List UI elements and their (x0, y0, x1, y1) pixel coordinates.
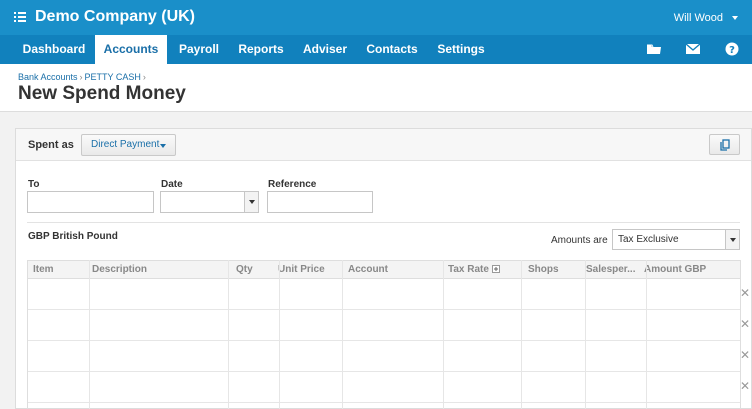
column-divider (228, 260, 229, 409)
tab-payroll[interactable]: Payroll (170, 35, 228, 64)
column-header-shops[interactable]: Shops (528, 264, 559, 275)
chevron-down-icon (160, 144, 166, 148)
amounts-are-select[interactable]: Tax Exclusive (612, 229, 740, 250)
spent-as-label: Spent as (28, 139, 74, 151)
column-header-item[interactable]: Item (33, 264, 54, 275)
org-menu-icon[interactable] (14, 11, 26, 23)
currency-label: GBP British Pound (28, 231, 118, 242)
reference-label: Reference (268, 179, 317, 190)
to-field[interactable] (27, 191, 154, 213)
copy-button[interactable] (709, 134, 740, 155)
breadcrumb-bank-accounts[interactable]: Bank Accounts (18, 72, 78, 82)
breadcrumb-separator: › (142, 72, 146, 82)
breadcrumb-petty-cash[interactable]: PETTY CASH (85, 72, 141, 82)
spend-money-form: Spent as Direct Payment To Date Referenc… (15, 128, 752, 409)
top-bar: Demo Company (UK) Will Wood (0, 0, 752, 35)
column-header-salesperson[interactable]: Salesper... (586, 264, 635, 275)
spent-as-value: Direct Payment (91, 139, 160, 150)
folder-icon[interactable] (646, 42, 662, 56)
column-divider (342, 260, 343, 409)
divider (27, 222, 740, 223)
date-picker-button[interactable] (244, 192, 258, 212)
tax-rate-label: Tax Rate (448, 264, 489, 275)
column-divider (89, 260, 90, 409)
column-divider (443, 260, 444, 409)
page-header: Bank Accounts › PETTY CASH › New Spend Mone… (0, 64, 752, 112)
tab-dashboard[interactable]: Dashboard (14, 35, 94, 64)
column-header-amount[interactable]: Amount GBP (644, 264, 706, 275)
column-divider (585, 260, 586, 409)
user-menu-caret-icon[interactable] (732, 16, 738, 20)
table-row[interactable] (28, 309, 740, 310)
column-divider (646, 260, 647, 409)
chevron-down-icon[interactable] (725, 230, 739, 249)
date-label: Date (161, 179, 183, 190)
delete-row-icon[interactable]: ✕ (739, 348, 751, 362)
table-row[interactable] (28, 371, 740, 372)
main-nav: Dashboard Accounts Payroll Reports Advis… (0, 35, 752, 64)
delete-row-icon[interactable]: ✕ (739, 317, 751, 331)
tab-reports[interactable]: Reports (232, 35, 290, 64)
reference-field[interactable] (267, 191, 373, 213)
page-title: New Spend Money (18, 83, 186, 104)
org-name[interactable]: Demo Company (UK) (35, 8, 195, 26)
amounts-are-value: Tax Exclusive (618, 234, 679, 245)
svg-text:?: ? (729, 45, 735, 56)
tab-accounts[interactable]: Accounts (95, 35, 167, 64)
column-header-unit-price[interactable]: Unit Price (278, 264, 325, 275)
column-header-tax-rate[interactable]: Tax Rate (448, 264, 500, 275)
table-row[interactable] (28, 340, 740, 341)
breadcrumb: Bank Accounts › PETTY CASH › (18, 72, 148, 82)
column-header-description[interactable]: Description (92, 264, 147, 275)
amounts-are-label: Amounts are (551, 235, 608, 246)
copy-icon (720, 139, 730, 151)
tab-adviser[interactable]: Adviser (296, 35, 354, 64)
column-header-account[interactable]: Account (348, 264, 388, 275)
expand-plus-icon[interactable] (491, 265, 500, 274)
mail-icon[interactable] (685, 42, 701, 56)
date-field[interactable] (160, 191, 259, 213)
spent-as-row: Spent as Direct Payment (16, 129, 751, 161)
table-row[interactable] (28, 402, 740, 403)
column-divider (279, 260, 280, 409)
tab-settings[interactable]: Settings (432, 35, 490, 64)
user-name[interactable]: Will Wood (674, 12, 723, 24)
breadcrumb-separator: › (79, 72, 83, 82)
column-header-qty[interactable]: Qty (236, 264, 253, 275)
column-divider (521, 260, 522, 409)
spent-as-dropdown[interactable]: Direct Payment (81, 134, 176, 156)
line-items-table: Item Description Qty Unit Price Account … (27, 260, 741, 409)
to-label: To (28, 179, 40, 190)
table-header: Item Description Qty Unit Price Account … (28, 260, 740, 279)
delete-row-icon[interactable]: ✕ (739, 379, 751, 393)
delete-row-icon[interactable]: ✕ (739, 286, 751, 300)
tab-contacts[interactable]: Contacts (360, 35, 424, 64)
help-icon[interactable]: ? (724, 42, 740, 56)
